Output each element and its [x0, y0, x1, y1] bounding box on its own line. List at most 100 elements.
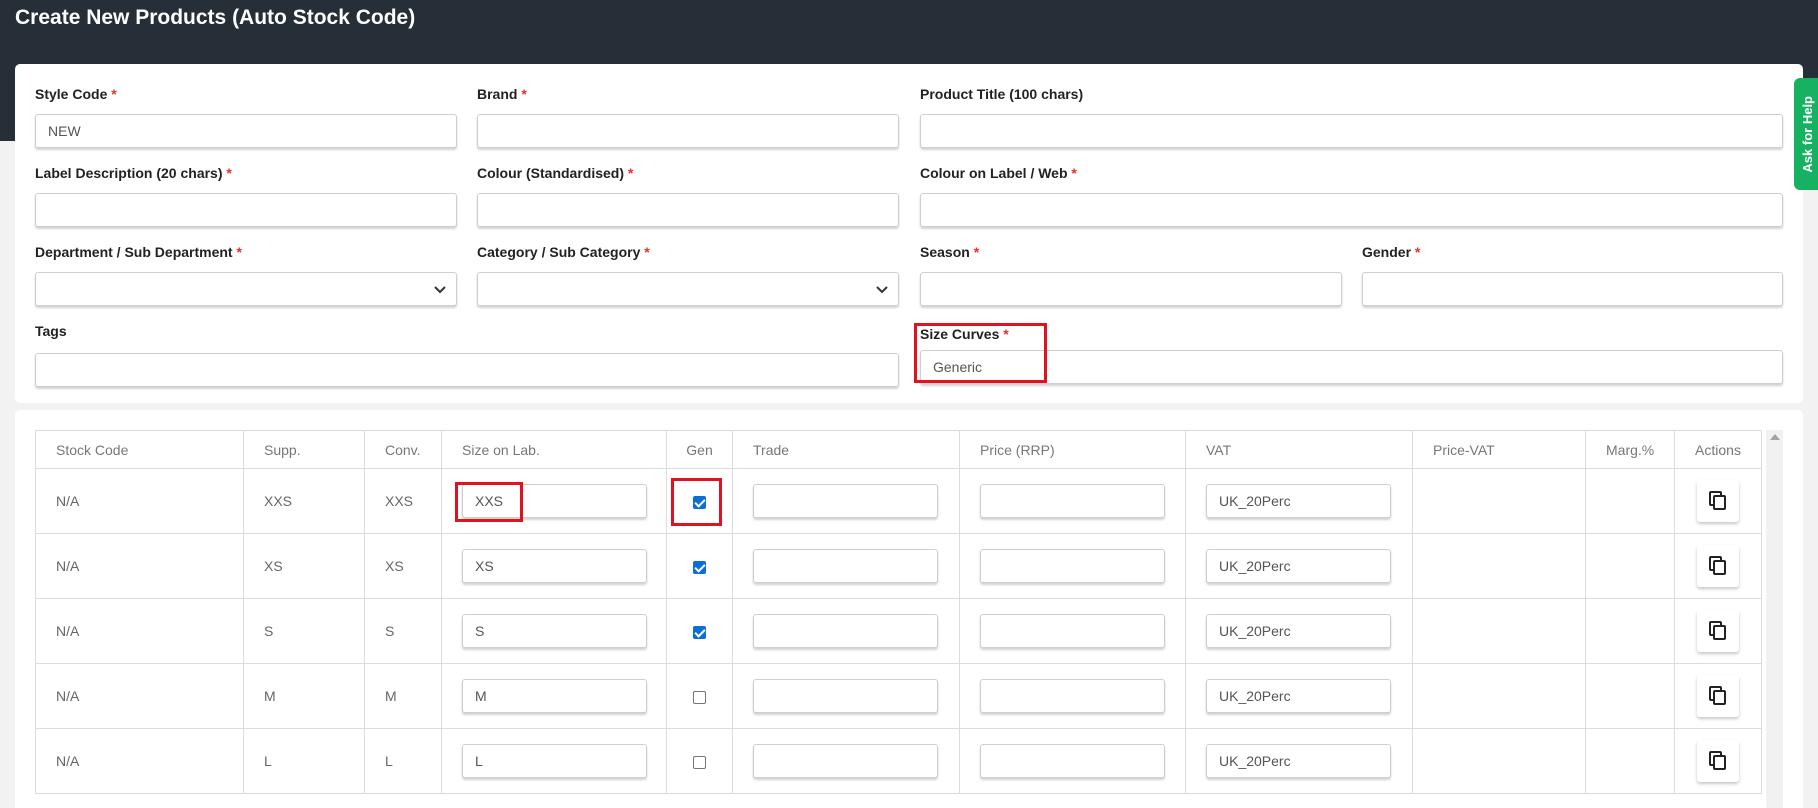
- size-curves-highlight-box: [914, 323, 1047, 383]
- copy-row-button[interactable]: [1697, 480, 1739, 522]
- price-rrp-input[interactable]: [980, 744, 1165, 778]
- gen-checkbox[interactable]: [693, 560, 706, 574]
- season-field: Season *: [920, 243, 1342, 306]
- size-on-lab-input[interactable]: S: [462, 614, 647, 648]
- vat-input[interactable]: UK_20Perc: [1206, 679, 1391, 713]
- size-curves-field: Size Curves * Generic: [920, 325, 1783, 384]
- copy-row-button[interactable]: [1697, 740, 1739, 782]
- size-xxs-highlight-box: [455, 482, 523, 522]
- season-label: Season: [920, 244, 970, 260]
- product-title-field: Product Title (100 chars): [920, 85, 1783, 148]
- marg-cell: [1585, 663, 1675, 729]
- brand-label: Brand: [477, 86, 518, 102]
- supp-cell: S: [243, 598, 365, 664]
- stock-code-cell: N/A: [35, 728, 244, 794]
- gen-checkbox[interactable]: [693, 755, 706, 769]
- vat-cell: UK_20Perc: [1185, 598, 1413, 664]
- required-mark: *: [644, 244, 650, 260]
- copy-row-button[interactable]: [1697, 610, 1739, 652]
- required-mark: *: [973, 244, 980, 260]
- required-mark: *: [521, 86, 527, 102]
- actions-cell: [1674, 468, 1762, 534]
- tags-input[interactable]: [35, 353, 899, 387]
- trade-input[interactable]: [753, 549, 938, 583]
- col-header-marg: Marg.%: [1585, 430, 1675, 469]
- gen-checkbox[interactable]: [693, 690, 706, 704]
- vat-cell: UK_20Perc: [1185, 533, 1413, 599]
- supp-cell: M: [243, 663, 365, 729]
- brand-field: Brand *: [477, 85, 899, 148]
- actions-cell: [1674, 663, 1762, 729]
- size-on-lab-cell: XS: [441, 533, 667, 599]
- trade-input[interactable]: [753, 484, 938, 518]
- table-scrollbar[interactable]: [1766, 430, 1783, 808]
- size-on-lab-cell: M: [441, 663, 667, 729]
- scroll-up-arrow-icon[interactable]: [1770, 434, 1780, 440]
- price-rrp-input[interactable]: [980, 484, 1165, 518]
- copy-icon: [1709, 491, 1726, 510]
- department-label: Department / Sub Department: [35, 244, 233, 260]
- col-header-supp: Supp.: [243, 430, 365, 469]
- ask-for-help-label: Ask for Help: [1799, 95, 1815, 173]
- trade-input[interactable]: [753, 679, 938, 713]
- label-description-input[interactable]: [35, 193, 457, 227]
- gender-field: Gender *: [1362, 243, 1783, 306]
- brand-input[interactable]: [477, 114, 899, 148]
- actions-cell: [1674, 533, 1762, 599]
- product-title-input[interactable]: [920, 114, 1783, 148]
- colour-standardised-label: Colour (Standardised): [477, 165, 625, 181]
- trade-input[interactable]: [753, 614, 938, 648]
- vat-cell: UK_20Perc: [1185, 468, 1413, 534]
- department-select[interactable]: [35, 272, 457, 306]
- copy-icon: [1709, 621, 1726, 640]
- price-rrp-input[interactable]: [980, 549, 1165, 583]
- colour-standardised-input[interactable]: [477, 193, 899, 227]
- actions-cell: [1674, 728, 1762, 794]
- price-rrp-input[interactable]: [980, 679, 1165, 713]
- col-header-price-rrp: Price (RRP): [959, 430, 1186, 469]
- price-rrp-cell: [959, 533, 1186, 599]
- colour-standardised-field: Colour (Standardised) *: [477, 164, 899, 227]
- size-on-lab-input[interactable]: M: [462, 679, 647, 713]
- style-code-label: Style Code: [35, 86, 108, 102]
- trade-cell: [732, 533, 960, 599]
- price-rrp-input[interactable]: [980, 614, 1165, 648]
- vat-input[interactable]: UK_20Perc: [1206, 744, 1391, 778]
- gen-checkbox[interactable]: [693, 625, 706, 639]
- copy-icon: [1709, 556, 1726, 575]
- gen-cell: [666, 663, 733, 729]
- gender-input[interactable]: [1362, 272, 1783, 306]
- table-row: N/A L L L UK_20Perc: [35, 728, 1762, 794]
- vat-input[interactable]: UK_20Perc: [1206, 614, 1391, 648]
- actions-cell: [1674, 598, 1762, 664]
- copy-row-button[interactable]: [1697, 545, 1739, 587]
- marg-cell: [1585, 533, 1675, 599]
- stock-code-cell: N/A: [35, 598, 244, 664]
- table-row: N/A M M M UK_20Perc: [35, 663, 1762, 729]
- category-select[interactable]: [477, 272, 899, 306]
- col-header-price-vat: Price-VAT: [1412, 430, 1586, 469]
- style-code-input[interactable]: NEW: [35, 114, 457, 148]
- vat-input[interactable]: UK_20Perc: [1206, 484, 1391, 518]
- season-input[interactable]: [920, 272, 1342, 306]
- required-mark: *: [627, 165, 634, 181]
- chevron-down-icon: [434, 286, 446, 294]
- trade-cell: [732, 468, 960, 534]
- ask-for-help-label-wrap: Ask for Help: [1794, 78, 1818, 190]
- price-rrp-cell: [959, 468, 1186, 534]
- colour-on-label-input[interactable]: [920, 193, 1783, 227]
- price-rrp-cell: [959, 663, 1186, 729]
- colour-on-label-label: Colour on Label / Web: [920, 165, 1068, 181]
- required-mark: *: [226, 165, 232, 181]
- conv-cell: XXS: [364, 468, 442, 534]
- table-row: N/A S S S UK_20Perc: [35, 598, 1762, 664]
- size-curves-input[interactable]: Generic: [920, 350, 1783, 384]
- vat-input[interactable]: UK_20Perc: [1206, 549, 1391, 583]
- colour-on-label-field: Colour on Label / Web *: [920, 164, 1783, 227]
- trade-input[interactable]: [753, 744, 938, 778]
- size-on-lab-input[interactable]: XS: [462, 549, 647, 583]
- copy-row-button[interactable]: [1697, 675, 1739, 717]
- product-title-label: Product Title (100 chars): [920, 86, 1084, 102]
- label-description-label: Label Description (20 chars): [35, 165, 223, 181]
- size-on-lab-input[interactable]: L: [462, 744, 647, 778]
